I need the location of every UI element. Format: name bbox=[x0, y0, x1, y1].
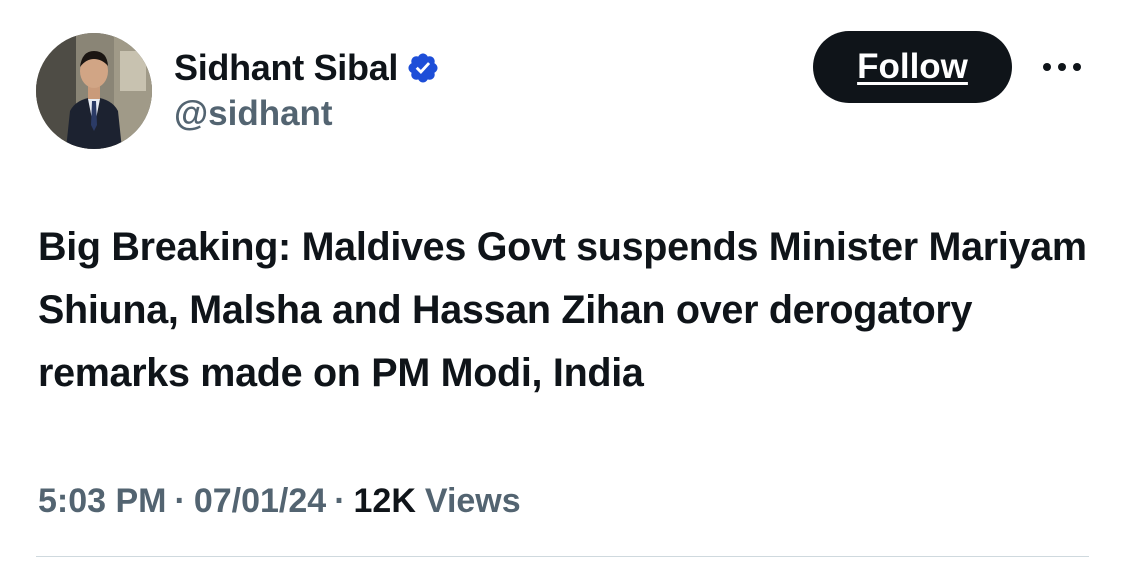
views-label: Views bbox=[424, 481, 521, 520]
avatar-image bbox=[36, 33, 152, 149]
meta-separator: · bbox=[334, 481, 346, 520]
author-name-row: Sidhant Sibal bbox=[174, 44, 440, 92]
meta-separator: · bbox=[174, 481, 186, 520]
tweet-time[interactable]: 5:03 PM bbox=[38, 482, 167, 521]
author-handle[interactable]: @sidhant bbox=[174, 94, 333, 134]
views-count: 12K bbox=[353, 481, 416, 520]
author-display-name[interactable]: Sidhant Sibal bbox=[174, 47, 398, 89]
tweet-meta: 5:03 PM · 07/01/24 · 12K Views bbox=[38, 478, 521, 524]
avatar[interactable] bbox=[36, 33, 152, 149]
divider bbox=[36, 556, 1089, 557]
verified-badge-icon bbox=[408, 53, 438, 83]
tweet-text: Big Breaking: Maldives Govt suspends Min… bbox=[38, 225, 1087, 395]
tweet-date[interactable]: 07/01/24 bbox=[194, 482, 326, 521]
more-horizontal-icon[interactable] bbox=[1038, 52, 1086, 82]
follow-button[interactable]: Follow bbox=[813, 31, 1012, 103]
tweet-card: Sidhant Sibal @sidhant Follow Big Breaki… bbox=[0, 0, 1125, 561]
